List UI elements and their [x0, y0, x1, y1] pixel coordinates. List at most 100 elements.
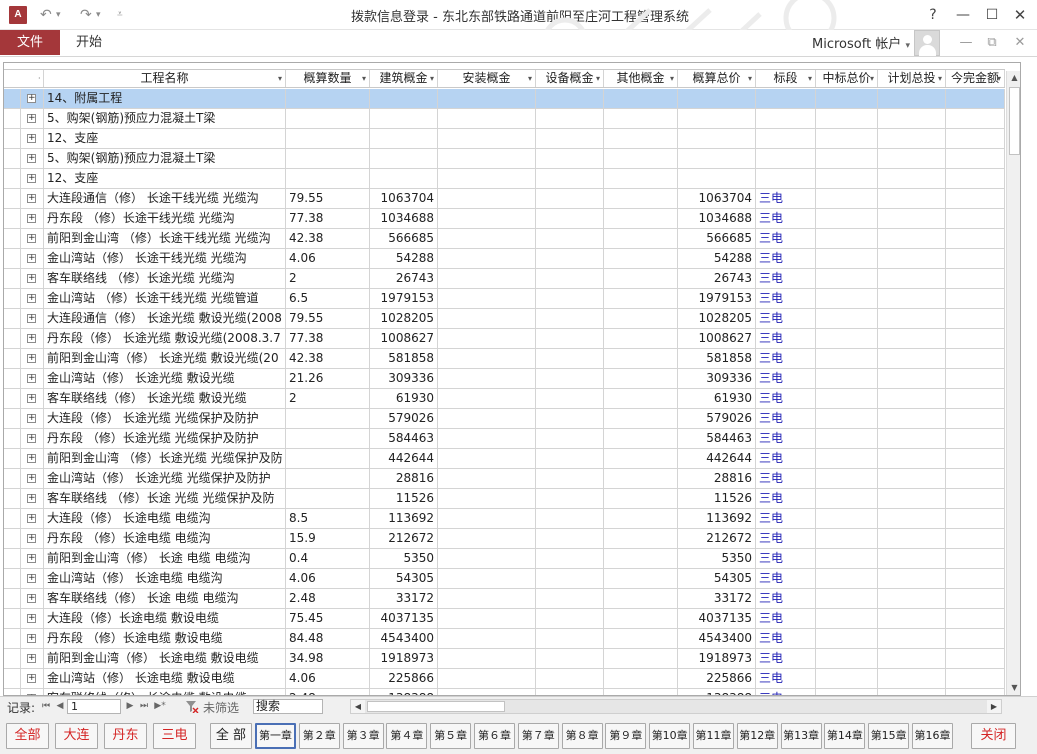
other-estimate-cell[interactable] — [604, 269, 678, 288]
completed-amount-cell[interactable] — [946, 609, 1005, 628]
bid-total-cell[interactable] — [816, 249, 878, 268]
bid-total-cell[interactable] — [816, 629, 878, 648]
construction-estimate-cell[interactable]: 581858 — [370, 349, 438, 368]
bid-total-cell[interactable] — [816, 409, 878, 428]
chapter-8-button[interactable]: 第８章 — [561, 723, 603, 749]
section-cell[interactable]: 三电 — [756, 569, 816, 588]
bid-total-cell[interactable] — [816, 329, 878, 348]
bid-total-cell[interactable] — [816, 429, 878, 448]
equipment-estimate-cell[interactable] — [536, 589, 604, 608]
expand-subdatasheet-icon[interactable]: + — [27, 674, 36, 683]
equipment-estimate-cell[interactable] — [536, 669, 604, 688]
bid-total-cell[interactable] — [816, 669, 878, 688]
next-record-icon[interactable]: ▶ — [124, 699, 136, 714]
chapter-10-button[interactable]: 第10章 — [649, 723, 691, 749]
bid-total-cell[interactable] — [816, 389, 878, 408]
table-row[interactable]: 金山湾站 （修）长途干线光缆 光缆管道 6.5 1979153 1979153 三电 + — [4, 289, 1005, 309]
expand-subdatasheet-icon[interactable]: + — [27, 494, 36, 503]
installation-estimate-cell[interactable] — [438, 269, 536, 288]
planned-investment-cell[interactable] — [878, 89, 946, 108]
section-cell[interactable]: 三电 — [756, 649, 816, 668]
expand-subdatasheet-icon[interactable]: + — [27, 634, 36, 643]
other-estimate-cell[interactable] — [604, 89, 678, 108]
project-name-cell[interactable]: 12、支座 — [44, 129, 286, 148]
row-selector[interactable] — [4, 669, 21, 688]
equipment-estimate-cell[interactable] — [536, 489, 604, 508]
section-cell[interactable]: 三电 — [756, 609, 816, 628]
section-cell[interactable] — [756, 129, 816, 148]
installation-estimate-cell[interactable] — [438, 549, 536, 568]
column-header[interactable]: 其他概金 ▾ — [604, 70, 678, 87]
row-selector[interactable] — [4, 609, 21, 628]
expand-subdatasheet-icon[interactable]: + — [27, 514, 36, 523]
expand-subdatasheet-icon[interactable]: + — [27, 94, 36, 103]
completed-amount-cell[interactable] — [946, 189, 1005, 208]
section-cell[interactable]: 三电 — [756, 489, 816, 508]
bid-total-cell[interactable] — [816, 589, 878, 608]
completed-amount-cell[interactable] — [946, 549, 1005, 568]
installation-estimate-cell[interactable] — [438, 629, 536, 648]
bid-total-cell[interactable] — [816, 549, 878, 568]
row-selector[interactable] — [4, 329, 21, 348]
estimate-quantity-cell[interactable] — [286, 469, 370, 488]
project-name-cell[interactable]: 大连段通信（修） 长途光缆 敷设光缆(2008 — [44, 309, 286, 328]
expand-subdatasheet-icon[interactable]: + — [27, 594, 36, 603]
installation-estimate-cell[interactable] — [438, 409, 536, 428]
equipment-estimate-cell[interactable] — [536, 549, 604, 568]
expand-subdatasheet-icon[interactable]: + — [27, 654, 36, 663]
planned-investment-cell[interactable] — [878, 569, 946, 588]
installation-estimate-cell[interactable] — [438, 289, 536, 308]
equipment-estimate-cell[interactable] — [536, 509, 604, 528]
table-row[interactable]: 前阳到金山湾 （修）长途干线光缆 光缆沟 42.38 566685 566685 三电 + — [4, 229, 1005, 249]
bid-total-cell[interactable] — [816, 169, 878, 188]
equipment-estimate-cell[interactable] — [536, 249, 604, 268]
project-name-cell[interactable]: 金山湾站（修） 长途电缆 敷设电缆 — [44, 669, 286, 688]
column-filter-dropdown-icon[interactable]: ▾ — [596, 70, 600, 87]
project-name-cell[interactable]: 客车联络线（修） 长途电缆 敷设电缆 — [44, 689, 286, 695]
planned-investment-cell[interactable] — [878, 649, 946, 668]
expand-subdatasheet-icon[interactable]: + — [27, 234, 36, 243]
completed-amount-cell[interactable] — [946, 669, 1005, 688]
bid-total-cell[interactable] — [816, 529, 878, 548]
table-row[interactable]: 12、支座 + — [4, 129, 1005, 149]
installation-estimate-cell[interactable] — [438, 249, 536, 268]
bid-total-cell[interactable] — [816, 269, 878, 288]
vertical-scroll-thumb[interactable] — [1009, 87, 1020, 155]
bid-total-cell[interactable] — [816, 469, 878, 488]
section-cell[interactable]: 三电 — [756, 449, 816, 468]
installation-estimate-cell[interactable] — [438, 489, 536, 508]
installation-estimate-cell[interactable] — [438, 609, 536, 628]
construction-estimate-cell[interactable]: 4543400 — [370, 629, 438, 648]
installation-estimate-cell[interactable] — [438, 149, 536, 168]
estimate-total-cell[interactable]: 61930 — [678, 389, 756, 408]
installation-estimate-cell[interactable] — [438, 229, 536, 248]
estimate-total-cell[interactable]: 4543400 — [678, 629, 756, 648]
table-row[interactable]: 前阳到金山湾（修） 长途电缆 敷设电缆 34.98 1918973 1918973 三电… — [4, 649, 1005, 669]
table-row[interactable]: 大连段通信（修） 长途干线光缆 光缆沟 79.55 1063704 1063704 三电… — [4, 189, 1005, 209]
expand-subdatasheet-icon[interactable]: + — [27, 394, 36, 403]
equipment-estimate-cell[interactable] — [536, 529, 604, 548]
completed-amount-cell[interactable] — [946, 349, 1005, 368]
section-cell[interactable]: 三电 — [756, 369, 816, 388]
search-input[interactable]: 搜索 — [253, 699, 323, 714]
equipment-estimate-cell[interactable] — [536, 109, 604, 128]
project-name-cell[interactable]: 丹东段 （修）长途干线光缆 光缆沟 — [44, 209, 286, 228]
estimate-quantity-cell[interactable]: 4.06 — [286, 249, 370, 268]
planned-investment-cell[interactable] — [878, 169, 946, 188]
expand-subdatasheet-icon[interactable]: + — [27, 294, 36, 303]
completed-amount-cell[interactable] — [946, 629, 1005, 648]
estimate-total-cell[interactable]: 579026 — [678, 409, 756, 428]
bid-total-cell[interactable] — [816, 289, 878, 308]
equipment-estimate-cell[interactable] — [536, 429, 604, 448]
expand-subdatasheet-icon[interactable]: + — [27, 114, 36, 123]
estimate-total-cell[interactable]: 566685 — [678, 229, 756, 248]
completed-amount-cell[interactable] — [946, 589, 1005, 608]
completed-amount-cell[interactable] — [946, 369, 1005, 388]
project-name-cell[interactable]: 客车联络线（修） 长途 电缆 电缆沟 — [44, 589, 286, 608]
table-row[interactable]: 大连段（修）长途电缆 敷设电缆 75.45 4037135 4037135 三电 + — [4, 609, 1005, 629]
equipment-estimate-cell[interactable] — [536, 149, 604, 168]
redo-icon[interactable]: ↷ — [80, 6, 92, 24]
estimate-total-cell[interactable]: 1918973 — [678, 649, 756, 668]
expand-subdatasheet-icon[interactable]: + — [27, 574, 36, 583]
other-estimate-cell[interactable] — [604, 109, 678, 128]
